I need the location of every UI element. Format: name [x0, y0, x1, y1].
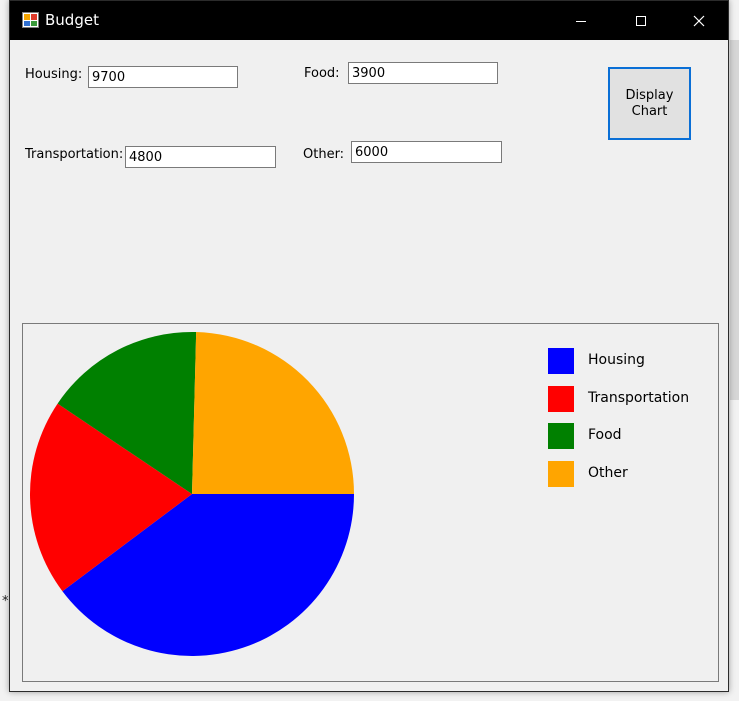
background-asterisk: *	[2, 594, 9, 609]
legend-label-other: Other	[588, 464, 628, 481]
housing-label: Housing:	[25, 67, 83, 82]
legend-swatch-housing	[548, 348, 574, 374]
budget-window: Budget Housing: Food: Transportation: Ot…	[9, 0, 729, 692]
app-icon	[22, 12, 39, 28]
legend-label-food: Food	[588, 427, 622, 443]
display-chart-label-line2: Chart	[631, 103, 668, 119]
legend-swatch-food	[548, 423, 574, 449]
close-icon	[693, 15, 705, 26]
pie-slice-other	[192, 332, 354, 494]
legend-swatch-transportation	[548, 385, 574, 412]
background-window-fragment	[730, 40, 739, 400]
display-chart-label-line1: Display	[625, 87, 674, 103]
display-chart-button[interactable]: Display Chart	[608, 67, 691, 140]
food-label: Food:	[304, 66, 340, 81]
food-input[interactable]	[348, 62, 498, 84]
close-button[interactable]	[676, 1, 722, 40]
transportation-input[interactable]	[125, 146, 276, 168]
other-input[interactable]	[351, 141, 502, 163]
legend-label-housing: Housing	[588, 352, 645, 368]
minimize-button[interactable]	[558, 1, 604, 40]
housing-input[interactable]	[88, 66, 238, 88]
pie-chart	[29, 332, 355, 656]
chart-panel: Housing Transportation Food Other	[22, 323, 719, 682]
legend-swatch-other	[548, 460, 574, 487]
maximize-icon	[636, 15, 646, 26]
maximize-button[interactable]	[618, 1, 664, 40]
legend-label-transportation: Transportation	[588, 389, 690, 406]
transportation-label: Transportation:	[25, 147, 124, 162]
other-label: Other:	[303, 147, 345, 162]
window-title: Budget	[45, 11, 99, 29]
title-bar[interactable]: Budget	[10, 1, 728, 40]
minimize-icon	[576, 20, 586, 22]
